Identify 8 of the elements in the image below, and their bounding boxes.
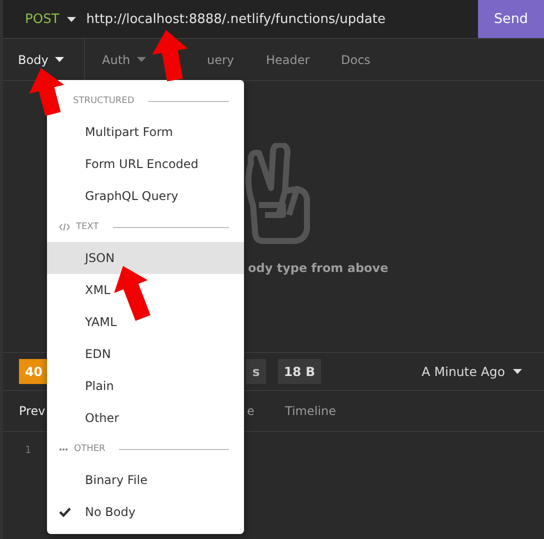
empty-state-text: ody type from above: [248, 261, 388, 275]
menu-section-header: TEXT: [76, 222, 99, 232]
menu-section-header: OTHER: [74, 444, 106, 454]
menu-section-header: STRUCTURED: [73, 96, 134, 106]
status-badge: 40: [19, 359, 48, 384]
line-number: 1: [25, 445, 32, 456]
size-badge: 18 B: [278, 359, 322, 384]
time-badge: s: [246, 359, 266, 384]
